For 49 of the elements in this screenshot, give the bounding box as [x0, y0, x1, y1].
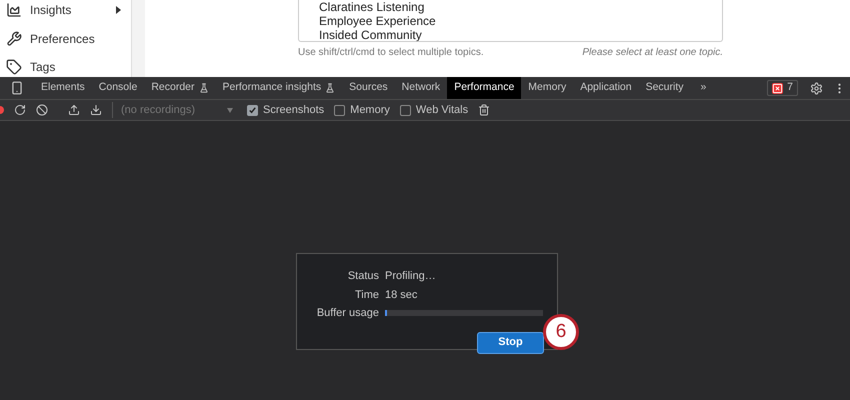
error-icon [772, 82, 784, 94]
checkbox-label: Screenshots [263, 102, 324, 118]
tag-icon [6, 59, 22, 76]
validation-text: Please select at least one topic. [582, 46, 723, 60]
upload-icon[interactable] [68, 104, 80, 116]
status-value: Profiling… [385, 269, 437, 284]
devtools-tab[interactable]: Application [573, 77, 639, 99]
chart-icon [6, 2, 22, 18]
devtools-tab[interactable]: Sources [342, 77, 395, 99]
more-tabs-button[interactable]: » [690, 80, 716, 96]
hint-text: Use shift/ctrl/cmd to select multiple topics. [298, 46, 484, 60]
checkbox-label: Web Vitals [416, 102, 468, 118]
flask-icon [198, 83, 208, 93]
error-count-badge[interactable]: 7 [767, 80, 798, 96]
check-icon [248, 106, 257, 114]
devtools-tab[interactable]: Performance insights [216, 77, 342, 99]
clear-icon[interactable] [36, 104, 48, 116]
checkbox-label: Memory [350, 102, 390, 118]
sidebar-item[interactable]: Insights [30, 0, 72, 19]
stop-button[interactable]: Stop [477, 332, 544, 354]
devtools-tab[interactable]: Security [638, 77, 691, 99]
devtools-tab[interactable]: Console [92, 77, 144, 99]
checkbox[interactable] [400, 104, 411, 116]
wrench-icon [6, 30, 22, 46]
sidebar-item[interactable]: Preferences [30, 30, 95, 48]
flask-icon [325, 83, 336, 93]
checkbox[interactable] [334, 104, 346, 116]
devtools-tab[interactable]: Elements [34, 77, 92, 99]
topic-option[interactable]: Claratines Listening [319, 0, 722, 14]
download-icon[interactable] [90, 104, 102, 116]
error-count: 7 [787, 80, 793, 96]
devtools-tab[interactable]: Recorder [144, 77, 216, 99]
status-label: Time [354, 288, 379, 302]
step-badge: 6 [543, 314, 579, 350]
checkbox[interactable] [247, 104, 258, 116]
status-label: Status [346, 269, 379, 284]
sidebar-item[interactable]: Tags [30, 58, 56, 76]
reload-icon[interactable] [14, 104, 26, 116]
devtools-tab[interactable]: Performance [447, 77, 522, 99]
settings-icon[interactable] [810, 82, 823, 94]
topic-option[interactable]: Employee Experience [319, 14, 722, 28]
devtools-tab[interactable]: Memory [521, 77, 574, 99]
status-value: 18 sec [385, 288, 418, 302]
device-toolbar-icon[interactable] [10, 81, 24, 95]
trash-icon[interactable] [478, 104, 490, 116]
buffer-label: Buffer usage [316, 306, 379, 321]
caret-icon [227, 108, 233, 112]
submenu-arrow-icon [116, 6, 121, 14]
devtools-tab[interactable]: Network [394, 77, 448, 99]
